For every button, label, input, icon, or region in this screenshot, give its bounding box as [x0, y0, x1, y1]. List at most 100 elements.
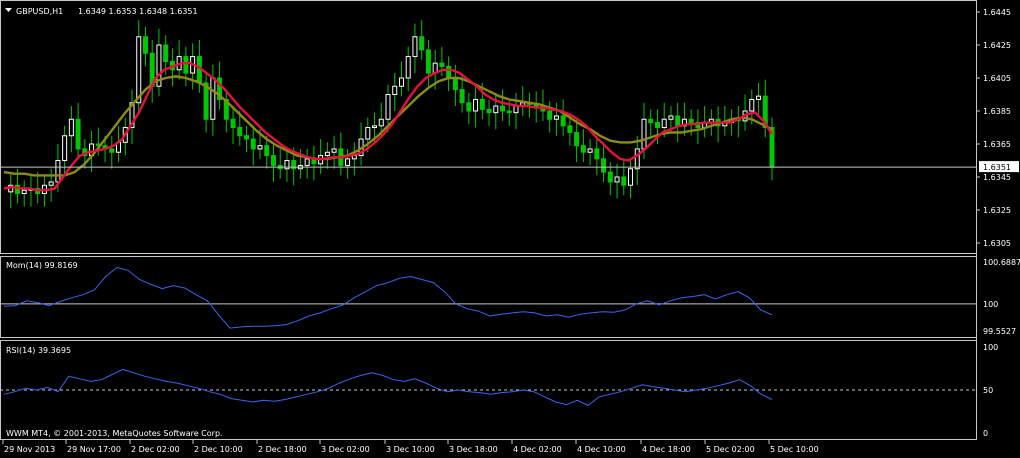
candle-bull	[331, 148, 337, 153]
candle-bull	[68, 118, 74, 137]
time-tick-label: 3 Dec 02:00	[321, 445, 370, 454]
candle-bear	[648, 118, 654, 124]
candle-bear	[163, 44, 169, 62]
candle-bull	[668, 115, 674, 120]
candle-bear	[688, 118, 694, 124]
candle-bear	[547, 110, 553, 120]
candle-bear	[183, 56, 189, 74]
candle-bull	[756, 95, 762, 100]
momentum-tick-label: 100.6887	[983, 258, 1020, 267]
ohlc-header: 1.6349 1.6353 1.6348 1.6351	[78, 7, 198, 16]
candle-bull	[136, 36, 142, 104]
candle-bear	[574, 131, 580, 147]
momentum-pane-frame	[0, 256, 977, 338]
candle-bear	[594, 148, 600, 160]
candle-bear	[580, 145, 586, 153]
candle-bear	[466, 102, 472, 112]
candle-bear	[264, 145, 270, 157]
candle-bear	[75, 118, 81, 150]
candle-bear	[675, 115, 681, 127]
price-tick-label: 1.6365	[983, 140, 1011, 149]
time-tick-label: 3 Dec 10:00	[386, 445, 435, 454]
candle-bull	[55, 160, 61, 183]
candle-bull	[345, 158, 351, 166]
candle-bear	[601, 158, 607, 173]
candle-bull	[378, 118, 384, 127]
candle-bull	[749, 98, 755, 112]
current-price-tag-label: 1.6351	[983, 163, 1011, 172]
time-tick-label: 5 Dec 10:00	[770, 445, 819, 454]
candle-bull	[324, 151, 330, 157]
candle-bear	[250, 138, 256, 150]
price-tick-label: 1.6305	[983, 239, 1011, 248]
candle-bear	[654, 122, 660, 129]
momentum-tick-label: 100	[983, 300, 998, 309]
candle-bull	[587, 148, 593, 153]
price-tick-label: 1.6405	[983, 74, 1011, 83]
rsi-tick-label: 0	[983, 429, 988, 438]
rsi-tick-label: 100	[983, 343, 998, 352]
candle-bear	[500, 105, 506, 112]
rsi-scale: 100 50 0	[983, 343, 998, 438]
copyright-text: WWM MT4, © 2001-2013, MetaQuotes Softwar…	[6, 429, 223, 438]
candle-bull	[210, 77, 216, 120]
candle-bear	[459, 89, 465, 104]
candle-bull	[385, 94, 391, 120]
chart-canvas: 1.64451.64251.64051.63851.63651.63451.63…	[0, 0, 1020, 454]
candle-bear	[142, 36, 148, 54]
time-tick-label: 29 Nov 17:00	[67, 445, 121, 454]
candle-bull	[628, 168, 634, 186]
candle-bull	[412, 36, 418, 58]
candle-bear	[486, 108, 492, 114]
price-tick-label: 1.6325	[983, 206, 1011, 215]
candle-bull	[398, 77, 404, 87]
price-tick-label: 1.6425	[983, 41, 1011, 50]
candle-bear	[560, 115, 566, 127]
symbol-title: GBPUSD,H1	[16, 7, 63, 16]
candle-bull	[405, 56, 411, 79]
time-tick-label: 2 Dec 10:00	[194, 445, 243, 454]
candle-bear	[237, 127, 243, 137]
price-scale: 1.64451.64251.64051.63851.63651.63451.63…	[976, 8, 1011, 248]
time-tick-label: 4 Dec 18:00	[642, 445, 691, 454]
candle-bear	[419, 36, 425, 51]
momentum-title: Mom(14) 99.8169	[6, 261, 78, 270]
candle-bear	[567, 125, 573, 133]
candle-bear	[621, 176, 627, 186]
rsi-title: RSI(14) 39.3695	[6, 346, 71, 355]
candle-bull	[634, 148, 640, 170]
candle-bull	[661, 118, 667, 128]
time-tick-label: 2 Dec 18:00	[258, 445, 307, 454]
candle-bear	[452, 77, 458, 91]
dropdown-triangle-icon[interactable]	[5, 8, 12, 12]
candle-bear	[270, 155, 276, 166]
candle-bull	[473, 98, 479, 112]
time-tick-label: 3 Dec 18:00	[449, 445, 498, 454]
candle-bear	[109, 148, 115, 153]
time-tick-label: 4 Dec 02:00	[513, 445, 562, 454]
time-tick-label: 2 Dec 02:00	[131, 445, 180, 454]
candle-bear	[446, 65, 452, 79]
candle-bull	[392, 85, 398, 95]
candle-bull	[493, 105, 499, 114]
candle-bear	[425, 49, 431, 74]
momentum-scale: 100.6887 100 99.5527	[983, 258, 1020, 336]
price-tick-label: 1.6445	[983, 8, 1011, 17]
candle-bull	[304, 158, 310, 166]
candle-bull	[365, 127, 371, 140]
candle-bull	[62, 135, 68, 161]
candle-bull	[48, 181, 54, 186]
price-tick-label: 1.6345	[983, 173, 1011, 182]
momentum-tick-label: 99.5527	[983, 327, 1016, 336]
candle-bull	[553, 115, 559, 120]
candle-bear	[439, 62, 445, 67]
candle-bull	[372, 125, 378, 128]
rsi-tick-label: 50	[983, 386, 993, 395]
time-axis: 29 Nov 2013 29 Nov 17:00 2 Dec 02:00 2 Dec …	[2, 440, 819, 454]
price-tick-label: 1.6385	[983, 107, 1011, 116]
candle-bull	[614, 176, 620, 183]
candle-bear	[244, 135, 250, 140]
time-tick-label: 29 Nov 2013	[4, 445, 55, 454]
candle-bear	[506, 110, 512, 114]
time-tick-label: 5 Dec 02:00	[706, 445, 755, 454]
